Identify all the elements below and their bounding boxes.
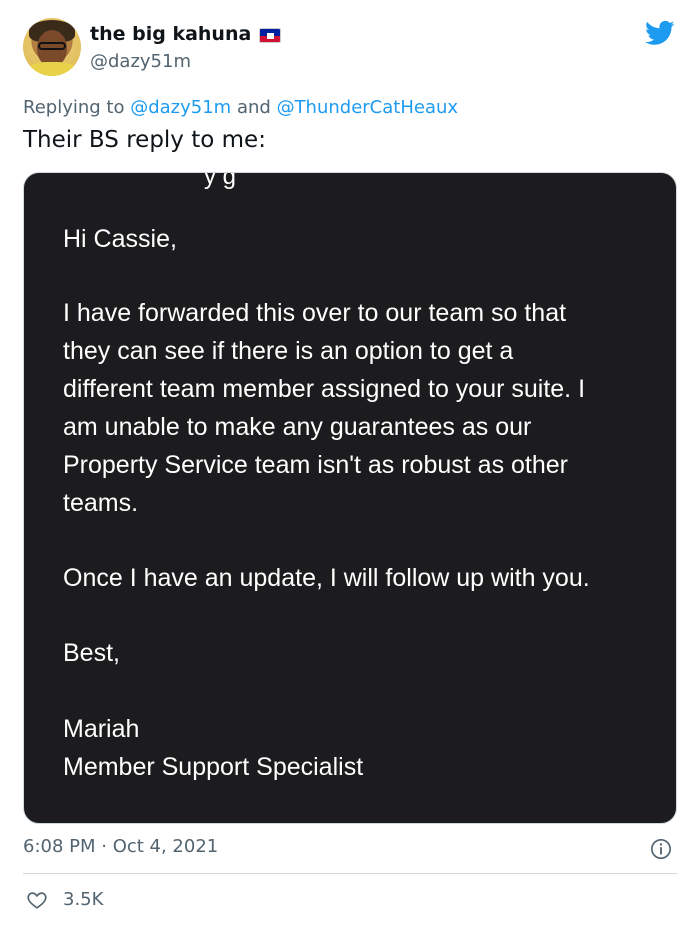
email-signature-name: Mariah xyxy=(63,715,140,743)
haiti-flag-icon xyxy=(259,28,281,43)
email-signoff: Best, xyxy=(63,639,120,667)
avatar[interactable] xyxy=(23,18,81,76)
cropped-header-text: y g xyxy=(204,172,237,190)
tweet-media-image[interactable]: y g Hi Cassie, I have forwarded this ove… xyxy=(23,172,677,824)
replying-joiner: and xyxy=(236,97,271,118)
replying-prefix: Replying to xyxy=(23,97,125,118)
info-icon[interactable] xyxy=(650,838,672,860)
divider xyxy=(23,873,677,874)
tweet-timestamp[interactable]: 6:08 PM · Oct 4, 2021 xyxy=(23,835,218,859)
twitter-bird-icon[interactable] xyxy=(643,18,677,48)
heart-icon[interactable] xyxy=(25,889,49,911)
email-body-line: different team member assigned to your s… xyxy=(63,375,586,403)
like-count[interactable]: 3.5K xyxy=(63,888,103,912)
email-body-line: they can see if there is an option to ge… xyxy=(63,337,514,365)
avatar-glasses xyxy=(38,42,66,50)
email-body-line: Property Service team isn't as robust as… xyxy=(63,451,568,479)
replying-to: Replying to @dazy51m and @ThunderCatHeau… xyxy=(23,96,458,120)
email-body-line: I have forwarded this over to our team s… xyxy=(63,299,567,327)
email-body-line: teams. xyxy=(63,489,139,517)
mention-link[interactable]: @ThunderCatHeaux xyxy=(277,97,458,118)
tweet-text: Their BS reply to me: xyxy=(23,127,266,153)
email-greeting: Hi Cassie, xyxy=(63,225,177,253)
email-body-line: Once I have an update, I will follow up … xyxy=(63,564,590,592)
user-handle[interactable]: @dazy51m xyxy=(90,50,191,74)
mention-link[interactable]: @dazy51m xyxy=(130,97,231,118)
display-name[interactable]: the big kahuna xyxy=(90,22,251,46)
email-body-line: am unable to make any guarantees as our xyxy=(63,413,532,441)
avatar-shirt xyxy=(27,62,77,76)
email-signature-title: Member Support Specialist xyxy=(63,753,364,781)
